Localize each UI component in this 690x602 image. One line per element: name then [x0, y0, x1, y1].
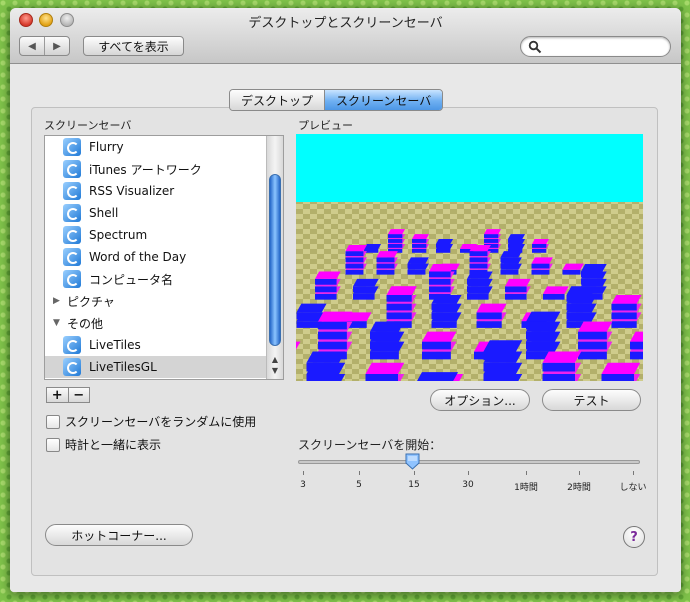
random-checkbox[interactable]: スクリーンセーバをランダムに使用: [46, 413, 256, 430]
tab-bar: デスクトップ スクリーンセーバ: [229, 89, 444, 111]
list-item[interactable]: RSS Visualizer: [45, 180, 267, 202]
forward-arrow-icon: ▶: [53, 40, 61, 52]
checkbox-box[interactable]: [46, 437, 60, 452]
clock-checkbox[interactable]: 時計と一緒に表示: [46, 436, 161, 453]
list-group-pictures[interactable]: ▶ ピクチャ: [45, 290, 267, 312]
list-item[interactable]: Flurry: [45, 136, 267, 158]
screen-saver-icon: [63, 270, 81, 288]
slider-tick-label: 1時間: [514, 483, 538, 493]
screen-saver-icon: [63, 160, 81, 178]
show-all-button[interactable]: すべてを表示: [83, 36, 184, 56]
slider-tick: [303, 471, 304, 475]
slider-tick: [633, 471, 634, 475]
scroll-thumb[interactable]: [269, 174, 281, 346]
help-icon: ?: [630, 529, 638, 545]
search-field[interactable]: [520, 36, 671, 57]
tile: [416, 372, 459, 381]
slider-tick-label: 15: [408, 480, 420, 490]
slider-tick-label: 5: [356, 480, 362, 490]
title-bar: デスクトップとスクリーンセーバ ◀ ▶ すべてを表示: [10, 8, 681, 64]
slider-tick: [468, 471, 469, 475]
screen-saver-icon: [63, 358, 81, 376]
screen-saver-icon: [63, 182, 81, 200]
slider-tick: [579, 471, 580, 475]
slider-tick: [526, 471, 527, 475]
preview-image: [296, 134, 643, 381]
slider-knob[interactable]: [405, 453, 420, 470]
add-button[interactable]: +: [47, 388, 68, 403]
window-title: デスクトップとスクリーンセーバ: [248, 16, 443, 31]
search-input[interactable]: [545, 39, 663, 54]
disclosure-collapsed-icon[interactable]: ▶: [53, 296, 61, 306]
list-item[interactable]: Word of the Day: [45, 246, 267, 268]
hot-corners-button[interactable]: ホットコーナー...: [45, 524, 193, 546]
remove-button[interactable]: −: [67, 388, 90, 403]
test-button[interactable]: テスト: [542, 389, 641, 411]
list-item[interactable]: LiveTiles: [45, 334, 267, 356]
list-item[interactable]: コンピュータ名: [45, 268, 267, 290]
slider-tick-label: しない: [619, 483, 647, 493]
back-forward-control: ◀ ▶: [19, 36, 70, 56]
scroll-up-icon[interactable]: ▲: [270, 355, 280, 365]
back-arrow-icon: ◀: [28, 40, 36, 52]
screen-saver-list-heading: スクリーンセーバ: [44, 119, 132, 132]
slider-tick: [414, 471, 415, 475]
tab-desktop[interactable]: デスクトップ: [230, 90, 325, 110]
preferences-window: デスクトップとスクリーンセーバ ◀ ▶ すべてを表示 デスクトップ スクリーンセ…: [10, 8, 681, 592]
search-icon: [528, 40, 542, 54]
list-scrollbar[interactable]: ▲ ▼: [266, 136, 283, 379]
preview-sky: [296, 134, 643, 202]
slider-tick-label: 30: [462, 480, 474, 490]
back-button[interactable]: ◀: [20, 37, 44, 55]
screen-saver-icon: [63, 336, 81, 354]
add-remove-control: + −: [46, 387, 90, 403]
screen-saver-icon: [63, 226, 81, 244]
slider-tick: [359, 471, 360, 475]
screen-saver-list: Flurry iTunes アートワーク RSS Visualizer Shel…: [44, 135, 284, 380]
screen-saver-icon: [63, 138, 81, 156]
screen-saver-icon: [63, 204, 81, 222]
tab-screen-saver[interactable]: スクリーンセーバ: [324, 90, 443, 110]
screen-saver-icon: [63, 248, 81, 266]
start-slider[interactable]: [298, 460, 640, 464]
options-button[interactable]: オプション...: [430, 389, 530, 411]
preview-heading: プレビュー: [298, 119, 353, 132]
list-item[interactable]: Shell: [45, 202, 267, 224]
disclosure-expanded-icon[interactable]: ▼: [53, 318, 61, 328]
list-group-other[interactable]: ▼ その他: [45, 312, 267, 334]
slider-tick-label: 2時間: [567, 483, 591, 493]
scroll-down-icon[interactable]: ▼: [270, 366, 280, 376]
help-button[interactable]: ?: [623, 526, 645, 548]
checkbox-box[interactable]: [46, 414, 60, 429]
list-item-selected[interactable]: LiveTilesGL: [45, 356, 267, 378]
list-item[interactable]: iTunes アートワーク: [45, 158, 267, 180]
start-heading: スクリーンセーバを開始：: [298, 438, 442, 452]
forward-button[interactable]: ▶: [44, 37, 69, 55]
slider-tick-label: 3: [300, 480, 306, 490]
list-item[interactable]: Spectrum: [45, 224, 267, 246]
